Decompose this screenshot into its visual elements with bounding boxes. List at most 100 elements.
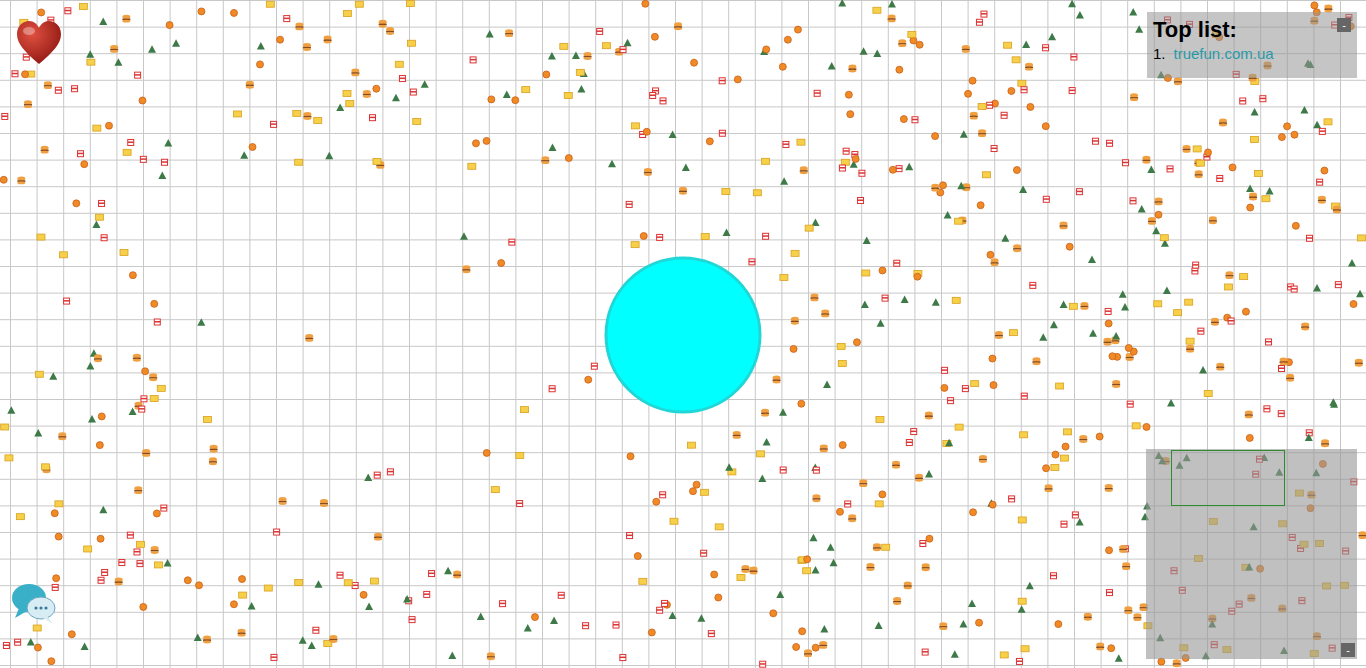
food-item — [790, 345, 797, 352]
chat-icon[interactable] — [11, 582, 57, 626]
minimap: - — [1146, 449, 1357, 659]
food-item — [894, 260, 900, 266]
food-item — [1004, 42, 1012, 48]
food-item — [1197, 160, 1205, 166]
food-item — [914, 273, 921, 280]
food-item — [277, 36, 284, 43]
food-item — [1051, 464, 1059, 470]
food-item — [932, 298, 940, 306]
food-item — [140, 156, 146, 162]
food-item — [1076, 518, 1084, 526]
food-item — [123, 149, 131, 155]
food-item — [976, 19, 982, 25]
food-layer — [0, 0, 1366, 667]
food-item — [98, 413, 105, 420]
food-item — [1333, 205, 1341, 213]
player-link[interactable]: truefun.com.ua — [1174, 44, 1274, 64]
food-item — [969, 77, 976, 84]
food-item — [505, 29, 513, 37]
food-item — [336, 104, 344, 112]
food-item — [779, 63, 786, 70]
food-item — [101, 235, 107, 241]
food-item — [932, 133, 939, 140]
food-item — [374, 533, 382, 541]
food-item — [1167, 166, 1173, 172]
food-item — [591, 363, 597, 369]
food-item — [758, 475, 766, 483]
food-item — [407, 40, 415, 46]
food-item — [1026, 582, 1034, 590]
food-item — [962, 45, 970, 53]
food-item — [271, 121, 277, 127]
food-item — [910, 37, 917, 44]
food-item — [900, 116, 907, 123]
food-item — [669, 612, 677, 620]
food-item — [1154, 301, 1162, 307]
food-item — [1229, 164, 1236, 171]
food-item — [976, 619, 983, 626]
food-item — [1148, 217, 1156, 225]
food-item — [819, 641, 827, 649]
food-item — [164, 559, 172, 567]
food-item — [148, 45, 156, 53]
food-item — [602, 43, 610, 49]
food-item — [1084, 613, 1092, 621]
food-item — [33, 625, 41, 631]
food-item — [770, 610, 777, 617]
food-item — [1249, 193, 1257, 201]
food-item — [64, 298, 70, 304]
food-item — [761, 409, 769, 417]
heart-icon[interactable] — [15, 20, 63, 66]
food-item — [584, 52, 592, 60]
food-item — [960, 130, 968, 138]
food-item — [879, 267, 886, 274]
food-item — [1030, 282, 1036, 288]
food-item — [1032, 357, 1040, 365]
food-item — [88, 415, 96, 423]
food-item — [848, 514, 856, 522]
food-item — [1348, 259, 1356, 267]
food-item — [1266, 187, 1274, 195]
food-item — [898, 39, 906, 47]
food-item — [1142, 156, 1150, 164]
food-item — [970, 509, 977, 516]
food-item — [509, 239, 515, 245]
food-item — [503, 91, 511, 99]
food-item — [873, 543, 881, 551]
food-item — [81, 161, 88, 168]
food-item — [893, 597, 901, 605]
food-item — [701, 234, 709, 240]
player-cell[interactable] — [606, 258, 760, 412]
food-item — [1106, 590, 1112, 596]
food-item — [877, 319, 885, 327]
minimize-button[interactable]: - — [1337, 18, 1351, 32]
food-item — [1129, 8, 1137, 16]
food-item — [821, 309, 829, 317]
food-item — [137, 561, 143, 567]
food-item — [762, 158, 770, 164]
food-item — [797, 139, 805, 145]
food-item — [634, 553, 641, 560]
food-item — [12, 71, 18, 77]
food-item — [908, 31, 916, 37]
food-item — [648, 629, 655, 636]
food-item — [719, 130, 725, 136]
food-item — [1135, 25, 1143, 33]
food-item — [1103, 338, 1111, 346]
food-item — [1330, 400, 1338, 408]
food-item — [820, 444, 828, 452]
food-item — [708, 631, 714, 637]
food-item — [979, 455, 987, 463]
food-item — [725, 463, 733, 471]
food-item — [498, 260, 505, 267]
food-item — [134, 549, 140, 555]
food-item — [1318, 196, 1326, 204]
food-item — [706, 138, 713, 145]
food-item — [1147, 165, 1155, 173]
food-item — [838, 361, 846, 367]
food-item — [399, 76, 405, 82]
food-item — [1056, 383, 1064, 389]
food-item — [859, 479, 867, 487]
minimize-button[interactable]: - — [1341, 643, 1355, 657]
food-item — [1122, 160, 1128, 166]
